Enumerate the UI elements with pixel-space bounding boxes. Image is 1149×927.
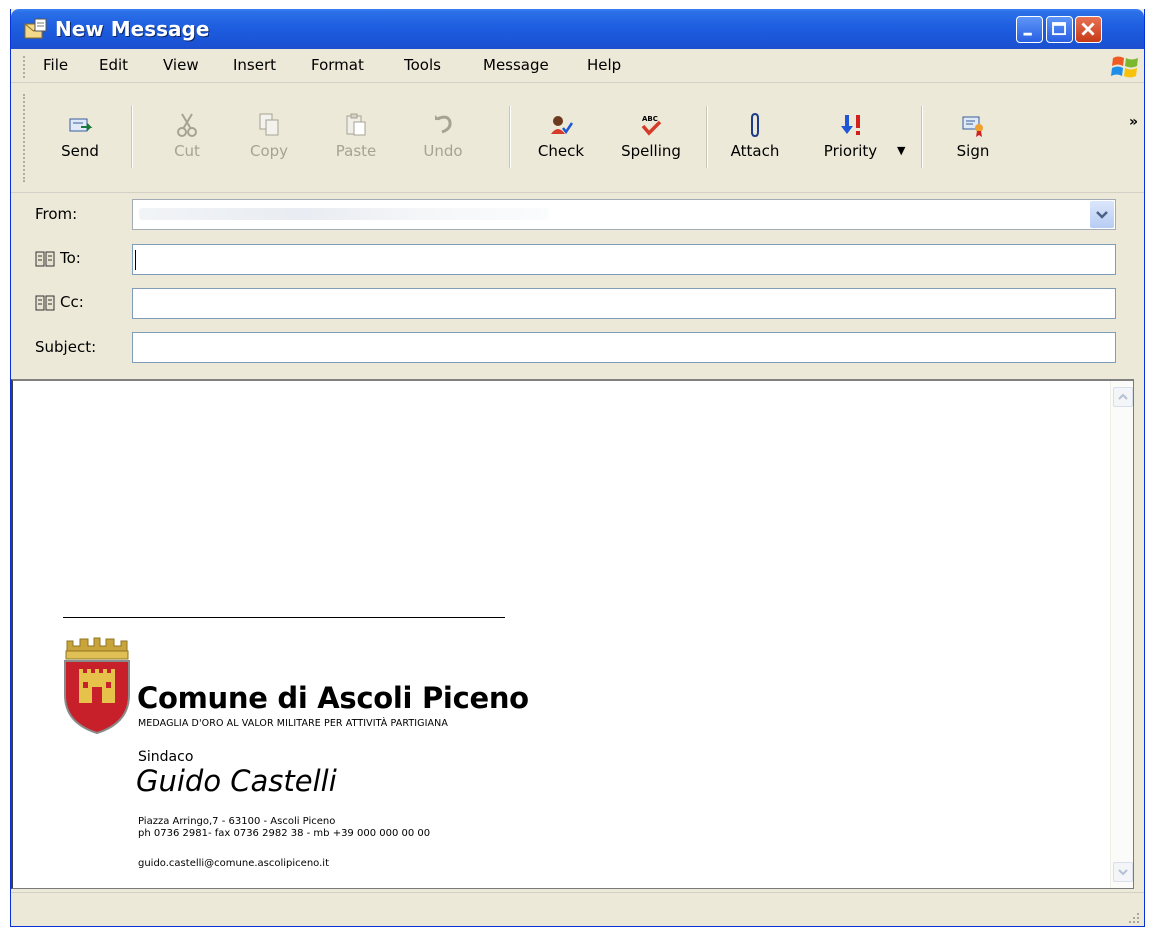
- menu-insert[interactable]: Insert: [233, 56, 276, 74]
- signature-motto: MEDAGLIA D'ORO AL VALOR MILITARE PER ATT…: [138, 718, 448, 729]
- spelling-icon: ABC: [641, 115, 662, 136]
- chevron-down-icon: [1096, 211, 1108, 219]
- subject-field[interactable]: [132, 332, 1116, 363]
- digital-sign-icon: [962, 116, 983, 137]
- signature-address: Piazza Arringo,7 - 63100 - Ascoli Piceno: [138, 816, 336, 827]
- check-names-icon: [551, 116, 574, 135]
- send-button[interactable]: Send: [41, 92, 119, 182]
- message-body-editor[interactable]: Comune di Ascoli Piceno MEDAGLIA D'ORO A…: [11, 379, 1134, 889]
- signature-role: Sindaco: [138, 749, 194, 765]
- maximize-icon: [1052, 22, 1066, 36]
- from-label: From:: [35, 205, 78, 223]
- toolbar-overflow-chevron-icon[interactable]: »: [1129, 114, 1138, 130]
- cc-field[interactable]: [132, 288, 1116, 319]
- menu-edit[interactable]: Edit: [99, 56, 128, 74]
- paperclip-icon: [751, 112, 759, 138]
- chevron-up-icon: [1118, 393, 1128, 400]
- attach-button[interactable]: Attach: [716, 92, 794, 182]
- from-combobox[interactable]: [132, 199, 1116, 230]
- sign-button[interactable]: Sign: [934, 92, 1012, 182]
- undo-icon: [435, 115, 452, 134]
- signature-divider: [63, 617, 505, 618]
- signature-name: Guido Castelli: [136, 764, 337, 798]
- spelling-button[interactable]: ABC Spelling: [612, 92, 690, 182]
- from-dropdown-button[interactable]: [1090, 201, 1114, 228]
- text-cursor: [135, 250, 136, 270]
- priority-dropdown-icon[interactable]: ▼: [897, 144, 905, 157]
- signature-phones: ph 0736 2981- fax 0736 2982 38 - mb +39 …: [138, 828, 431, 839]
- undo-label: Undo: [423, 142, 463, 160]
- send-label: Send: [61, 142, 99, 160]
- new-message-icon: [24, 18, 47, 39]
- signature-email[interactable]: guido.castelli@comune.ascolipiceno.it: [138, 858, 329, 869]
- copy-icon: [259, 113, 279, 136]
- close-icon: [1081, 22, 1095, 36]
- from-account-value: [139, 208, 549, 220]
- status-bar: [11, 892, 1144, 926]
- priority-label: Priority: [823, 142, 878, 160]
- paste-icon: [346, 113, 366, 136]
- city-crest-icon: [64, 637, 130, 735]
- menu-grip[interactable]: [23, 56, 28, 78]
- cut-label: Cut: [174, 142, 200, 160]
- vertical-scrollbar[interactable]: [1110, 381, 1133, 888]
- menu-view[interactable]: View: [163, 56, 199, 74]
- scissors-icon: [177, 113, 197, 137]
- toolbar-separator: [509, 106, 511, 168]
- maximize-button[interactable]: [1046, 16, 1073, 43]
- to-label-button[interactable]: To:: [35, 249, 81, 267]
- windows-flag-icon: [1111, 56, 1138, 78]
- sign-label: Sign: [956, 142, 990, 160]
- toolbar-separator: [131, 106, 133, 168]
- minimize-button[interactable]: [1016, 16, 1043, 43]
- paste-button[interactable]: Paste: [317, 92, 395, 182]
- to-label: To:: [60, 249, 81, 267]
- menu-help[interactable]: Help: [587, 56, 621, 74]
- cut-button[interactable]: Cut: [148, 92, 226, 182]
- new-message-window: New Message File Edit View Insert Format…: [10, 9, 1145, 927]
- undo-button[interactable]: Undo: [404, 92, 482, 182]
- toolbar-grip[interactable]: [23, 94, 28, 182]
- window-title: New Message: [55, 17, 210, 41]
- minimize-icon: [1023, 32, 1032, 36]
- spelling-label: Spelling: [621, 142, 681, 160]
- close-button[interactable]: [1075, 16, 1102, 43]
- address-book-icon: [35, 295, 55, 310]
- menu-bar: File Edit View Insert Format Tools Messa…: [11, 50, 1144, 83]
- toolbar-separator: [921, 106, 923, 168]
- subject-label: Subject:: [35, 338, 97, 356]
- priority-icon: [840, 115, 860, 135]
- toolbar-separator: [706, 106, 708, 168]
- menu-file[interactable]: File: [43, 56, 68, 74]
- priority-button[interactable]: Priority: [803, 92, 898, 182]
- svg-text:ABC: ABC: [642, 115, 658, 123]
- copy-label: Copy: [249, 142, 289, 160]
- menu-message[interactable]: Message: [483, 56, 549, 74]
- check-names-button[interactable]: Check: [522, 92, 600, 182]
- attach-label: Attach: [730, 142, 780, 160]
- menu-tools[interactable]: Tools: [404, 56, 441, 74]
- paste-label: Paste: [335, 142, 377, 160]
- check-label: Check: [537, 142, 585, 160]
- signature-organization: Comune di Ascoli Piceno: [137, 681, 529, 715]
- copy-button[interactable]: Copy: [230, 92, 308, 182]
- send-icon: [69, 118, 93, 132]
- address-book-icon: [35, 251, 55, 266]
- chevron-down-icon: [1118, 869, 1128, 876]
- cc-label-button[interactable]: Cc:: [35, 293, 84, 311]
- toolbar: Send Cut Copy Paste Undo Check ABC Spell…: [11, 84, 1144, 193]
- to-field[interactable]: [132, 244, 1116, 275]
- cc-label: Cc:: [60, 293, 84, 311]
- resize-grip-icon[interactable]: [1126, 910, 1140, 924]
- scroll-down-button[interactable]: [1113, 862, 1133, 882]
- scroll-up-button[interactable]: [1113, 387, 1133, 407]
- title-bar[interactable]: New Message: [11, 9, 1144, 49]
- menu-format[interactable]: Format: [311, 56, 364, 74]
